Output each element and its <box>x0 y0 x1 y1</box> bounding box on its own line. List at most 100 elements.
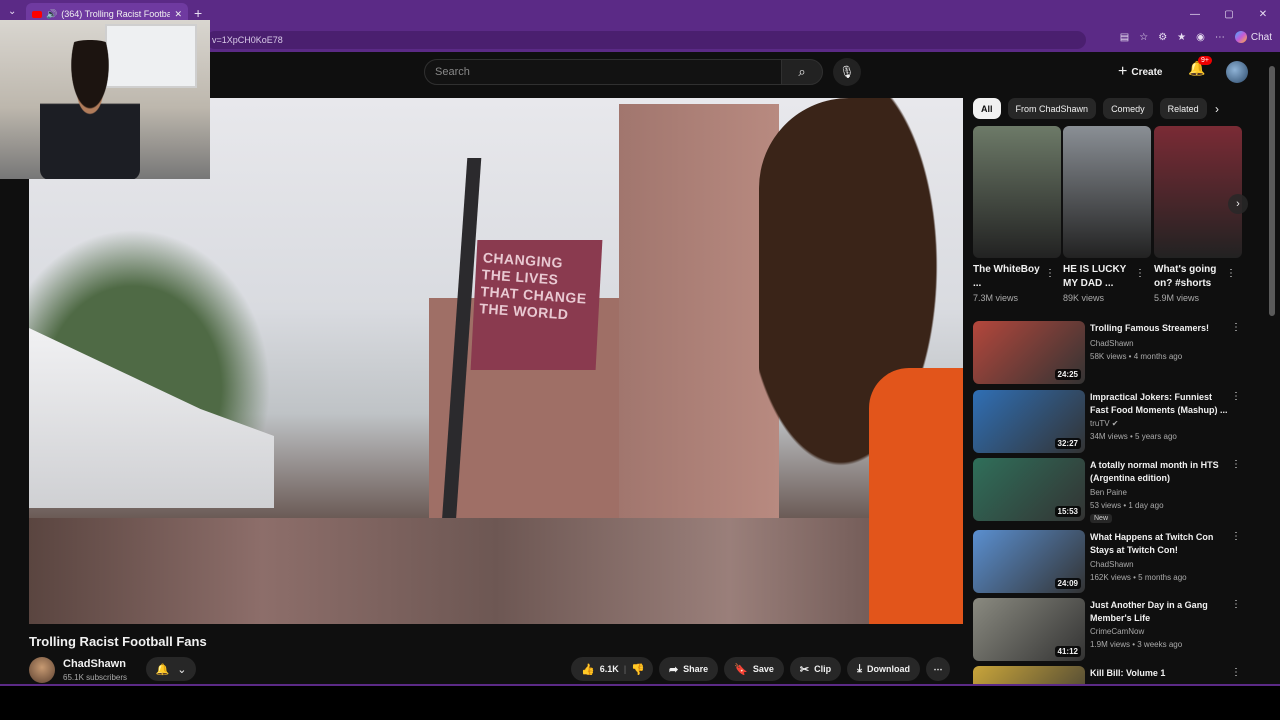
scissors-icon: ✂ <box>799 663 810 676</box>
recommendation-more-icon[interactable]: ⋮ <box>1231 391 1241 402</box>
short-more-icon[interactable]: ⋮ <box>1226 268 1236 279</box>
short-more-icon[interactable]: ⋮ <box>1135 268 1145 279</box>
recommendation-thumbnail[interactable]: 24:25 <box>973 321 1085 384</box>
speaker-icon[interactable]: 🔊 <box>46 9 57 20</box>
scrollbar-thumb[interactable] <box>1269 66 1275 316</box>
video-actions: 👍 6.1K | 👎 ➦ Share 🔖 Save ✂ Clip ⤓ Downl… <box>571 657 951 681</box>
short-views: 89K views <box>1063 293 1105 303</box>
recommendation-item[interactable]: 41:12 Just Another Day in a Gang Member'… <box>973 598 1248 662</box>
recommendation-thumbnail[interactable]: 32:27 <box>973 390 1085 453</box>
recommendation-more-icon[interactable]: ⋮ <box>1231 459 1241 470</box>
recommendation-channel[interactable]: Ben Paine <box>1090 488 1127 497</box>
recommendation-title[interactable]: Kill Bill: Volume 1 <box>1090 667 1230 680</box>
channel-avatar[interactable] <box>29 657 55 683</box>
duration-badge: 24:09 <box>1054 578 1081 589</box>
favorite-star-icon[interactable]: ☆ <box>1139 32 1148 43</box>
tab-close-icon[interactable]: ✕ <box>174 9 182 20</box>
download-icon: ⤓ <box>857 662 863 675</box>
recommendation-thumbnail[interactable] <box>973 666 1085 686</box>
close-window-icon[interactable]: ✕ <box>1246 0 1280 28</box>
window-controls: — ▢ ✕ <box>1178 0 1280 28</box>
recommendation-title[interactable]: What Happens at Twitch Con Stays at Twit… <box>1090 531 1230 557</box>
recommendation-item[interactable]: 32:27 Impractical Jokers: Funniest Fast … <box>973 390 1248 454</box>
short-more-icon[interactable]: ⋮ <box>1045 268 1055 279</box>
recommendation-meta: 162K views • 5 months ago <box>1090 573 1187 582</box>
like-button[interactable]: 👍 6.1K | 👎 <box>571 657 653 681</box>
recommendation-channel[interactable]: truTV ✔ <box>1090 419 1119 428</box>
recommendation-item[interactable]: 24:25 Trolling Famous Streamers! ChadSha… <box>973 321 1248 385</box>
chips-next-chevron-icon[interactable]: › <box>1215 102 1219 116</box>
channel-name[interactable]: ChadShawn <box>63 658 126 670</box>
verified-check-icon: ✔ <box>1111 419 1119 428</box>
search-input[interactable]: Search <box>424 59 782 85</box>
short-thumbnail[interactable] <box>1154 126 1242 258</box>
page-scrollbar[interactable] <box>1269 56 1275 686</box>
recommendation-item[interactable]: 15:53 A totally normal month in HTS (Arg… <box>973 458 1248 523</box>
more-actions-button[interactable]: ⋯ <box>926 657 951 681</box>
duration-badge: 41:12 <box>1054 646 1081 657</box>
thumbs-down-icon[interactable]: 👎 <box>631 663 645 676</box>
short-thumbnail[interactable] <box>973 126 1061 258</box>
chip-related[interactable]: Related <box>1159 98 1207 119</box>
recommendation-more-icon[interactable]: ⋮ <box>1231 599 1241 610</box>
recommendation-title[interactable]: Trolling Famous Streamers! <box>1090 322 1230 335</box>
recommendation-channel[interactable]: ChadShawn <box>1090 560 1134 569</box>
short-title[interactable]: What's going on? #shorts <box>1154 263 1224 291</box>
notifications-button[interactable]: 🔔 9+ <box>1188 56 1212 77</box>
maximize-icon[interactable]: ▢ <box>1212 0 1246 28</box>
new-tab-icon[interactable]: + <box>194 5 202 21</box>
subscribed-notifications-button[interactable]: 🔔 ⌄ <box>146 657 196 681</box>
create-button[interactable]: + Create <box>1118 60 1162 84</box>
chevron-down-icon: ⌄ <box>177 663 187 676</box>
chip-comedy[interactable]: Comedy <box>1103 98 1153 119</box>
address-bar-icons: ▤ ☆ ⚙ ★ ◉ ⋯ Chat <box>1120 31 1272 43</box>
recommendation-more-icon[interactable]: ⋮ <box>1231 531 1241 542</box>
download-label: Download <box>867 664 911 674</box>
short-title[interactable]: HE IS LUCKY MY DAD ... <box>1063 263 1133 291</box>
recommendation-channel[interactable]: ChadShawn <box>1090 339 1134 348</box>
search-button[interactable]: ⌕ <box>781 59 823 85</box>
short-item[interactable]: HE IS LUCKY MY DAD ... 89K views ⋮ <box>1063 126 1151 303</box>
tab-actions-chevron-icon[interactable]: ⌄ <box>8 6 16 17</box>
video-scene-tower <box>619 104 779 524</box>
favorites-icon[interactable]: ★ <box>1177 32 1186 43</box>
copilot-chat-button[interactable]: Chat <box>1234 31 1272 43</box>
chat-label: Chat <box>1250 31 1272 43</box>
recommendation-thumbnail[interactable]: 41:12 <box>973 598 1085 661</box>
copilot-icon <box>1234 31 1247 43</box>
like-divider: | <box>623 664 627 674</box>
address-input[interactable]: v=1XpCH0KoE78 <box>206 31 1086 49</box>
extensions-icon[interactable]: ⚙ <box>1158 32 1167 43</box>
short-item[interactable]: What's going on? #shorts 5.9M views ⋮ <box>1154 126 1242 303</box>
reader-view-icon[interactable]: ▤ <box>1120 32 1129 43</box>
recommendation-more-icon[interactable]: ⋮ <box>1231 667 1241 678</box>
save-button[interactable]: 🔖 Save <box>724 657 784 681</box>
recommendation-more-icon[interactable]: ⋮ <box>1231 322 1241 333</box>
recommendation-channel[interactable]: CrimeCamNow <box>1090 627 1144 636</box>
more-menu-icon[interactable]: ⋯ <box>1215 32 1225 43</box>
profile-icon[interactable]: ◉ <box>1196 32 1205 43</box>
like-count: 6.1K <box>599 664 619 674</box>
short-title[interactable]: The WhiteBoy ... <box>973 263 1043 291</box>
account-avatar[interactable] <box>1226 61 1248 83</box>
recommendation-title[interactable]: A totally normal month in HTS (Argentina… <box>1090 459 1230 485</box>
shorts-next-chevron-icon[interactable]: › <box>1228 194 1248 214</box>
clip-button[interactable]: ✂ Clip <box>789 657 842 681</box>
recommendation-title[interactable]: Just Another Day in a Gang Member's Life <box>1090 599 1230 625</box>
recommendation-thumbnail[interactable]: 15:53 <box>973 458 1085 521</box>
recommendation-meta: 1.9M views • 3 weeks ago <box>1090 640 1183 649</box>
voice-search-button[interactable]: 🎙 <box>833 58 861 86</box>
recommendation-item[interactable]: Kill Bill: Volume 1 ⋮ <box>973 666 1248 686</box>
minimize-icon[interactable]: — <box>1178 0 1212 28</box>
short-item[interactable]: The WhiteBoy ... 7.3M views ⋮ <box>973 126 1061 303</box>
short-thumbnail[interactable] <box>1063 126 1151 258</box>
download-button[interactable]: ⤓ Download <box>847 657 921 681</box>
chip-all[interactable]: All <box>973 98 1001 119</box>
recommendation-thumbnail[interactable]: 24:09 <box>973 530 1085 593</box>
share-button[interactable]: ➦ Share <box>658 657 719 681</box>
thumbs-up-icon: 👍 <box>581 663 595 676</box>
recommendation-title[interactable]: Impractical Jokers: Funniest Fast Food M… <box>1090 391 1230 417</box>
recommendation-item[interactable]: 24:09 What Happens at Twitch Con Stays a… <box>973 530 1248 594</box>
bell-outline-icon: 🔔 <box>155 663 170 676</box>
chip-from-channel[interactable]: From ChadShawn <box>1007 98 1097 119</box>
